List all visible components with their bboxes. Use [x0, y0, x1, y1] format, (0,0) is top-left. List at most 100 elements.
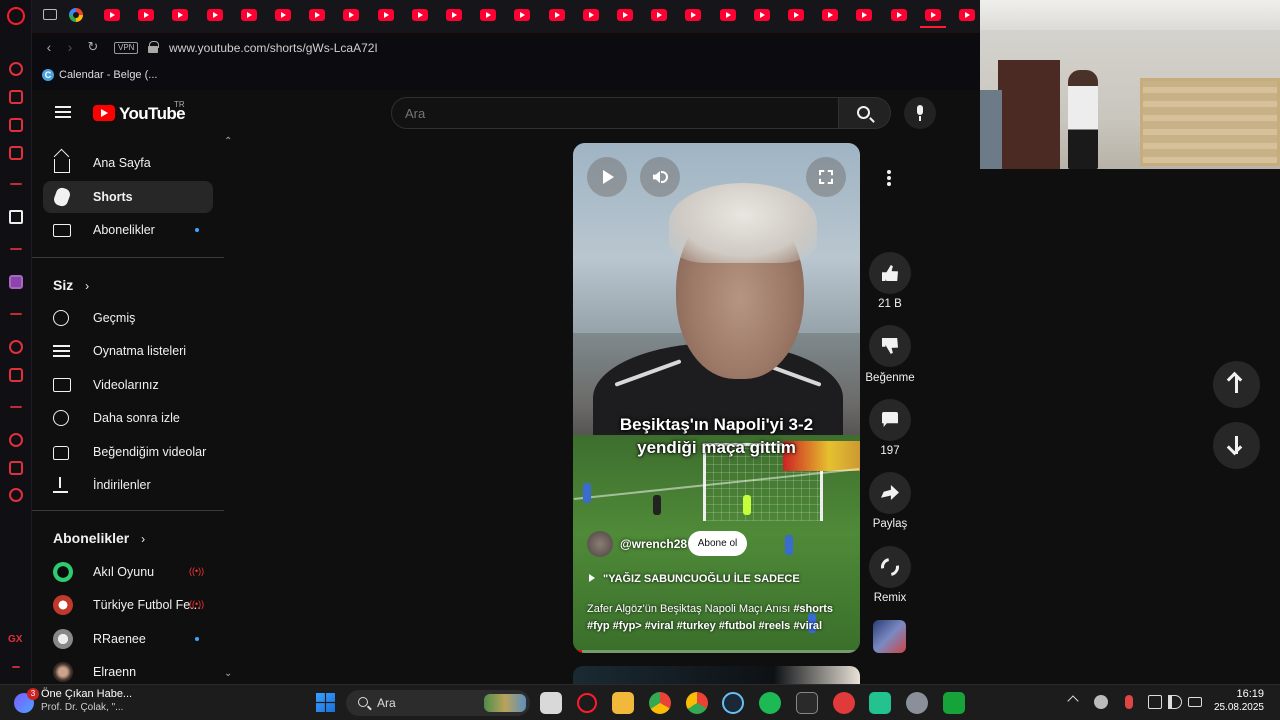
youtube-tab-icon[interactable] [617, 9, 633, 21]
youtube-tab-icon[interactable] [753, 9, 770, 21]
google-tab-icon[interactable] [69, 8, 83, 22]
sidebar-item-türkiye-futbol-fe[interactable]: Türkiye Futbol Fe... ((•)) [43, 589, 213, 621]
youtube-tab-icon[interactable] [411, 9, 428, 21]
opera-gx-taskbar-icon[interactable] [577, 693, 597, 713]
vpn-badge[interactable]: VPN [114, 42, 139, 54]
steam-icon[interactable] [722, 692, 744, 714]
youtube-tab-icon[interactable] [446, 9, 462, 21]
next-short-button[interactable] [1213, 422, 1260, 469]
youtube-tab-icon[interactable] [890, 9, 907, 21]
messenger-icon[interactable] [9, 146, 23, 160]
sidebar-item-abonelikler[interactable]: Abonelikler [43, 214, 213, 246]
sidebar-item-geçmiş[interactable]: Geçmiş [43, 302, 213, 334]
task-view-icon[interactable] [540, 692, 562, 714]
spotify-icon[interactable] [759, 692, 781, 714]
youtube-tab-icon[interactable] [138, 9, 155, 21]
aria-icon[interactable] [9, 210, 23, 224]
search-input[interactable] [405, 106, 825, 121]
chrome-canary-icon[interactable] [649, 692, 671, 714]
share-button[interactable] [869, 472, 911, 514]
tray-overflow-icon[interactable] [1067, 695, 1079, 707]
settings-rail-icon[interactable] [9, 488, 23, 502]
widgets-news-subtitle[interactable]: Prof. Dr. Çolak, "... [41, 702, 123, 713]
youtube-logo-icon[interactable] [93, 105, 115, 121]
taskbar-search[interactable]: Ara [346, 690, 530, 716]
bookmark-calendar[interactable]: Calendar - Belge (... [59, 69, 157, 81]
app-green-icon[interactable] [869, 692, 891, 714]
sidebar-item-beğendiğim-videolar[interactable]: Beğendiğim videolar [43, 436, 213, 468]
youtube-tab-icon[interactable] [924, 9, 941, 21]
youtube-tab-icon[interactable] [275, 9, 291, 21]
youtube-tab-icon[interactable] [959, 9, 975, 21]
video-progress-bar[interactable] [573, 650, 860, 653]
sidebar-item-rraenee[interactable]: RRaenee [43, 623, 213, 655]
reload-icon[interactable]: ↻ [85, 39, 101, 55]
you-section-title[interactable]: Siz › [53, 277, 89, 293]
remix-button[interactable] [869, 546, 911, 588]
onedrive-icon[interactable] [1094, 695, 1108, 709]
volume-tray-icon[interactable] [1168, 695, 1182, 709]
more-options-button[interactable] [870, 158, 908, 196]
youtube-tab-icon[interactable] [856, 9, 873, 21]
video-description[interactable]: Zafer Algöz'ün Beşiktaş Napoli Maçı Anıs… [587, 601, 853, 634]
battery-icon[interactable] [1188, 697, 1202, 707]
subscriptions-section-title[interactable]: Abonelikler › [53, 530, 145, 546]
channel-avatar[interactable] [587, 531, 613, 557]
app-nvidia-icon[interactable] [943, 692, 965, 714]
sidebar-item-ana-sayfa[interactable]: Ana Sayfa [43, 147, 213, 179]
more-rail-icon[interactable] [12, 666, 20, 668]
youtube-tab-icon[interactable] [582, 9, 599, 21]
youtube-tab-icon[interactable] [822, 9, 839, 21]
twitch-icon[interactable] [9, 275, 23, 289]
voice-search-button[interactable] [904, 97, 936, 129]
sidebar-item-videolarınız[interactable]: Videolarınız [43, 369, 213, 401]
youtube-tab-icon[interactable] [377, 9, 394, 21]
search-button[interactable] [839, 97, 891, 129]
lock-icon[interactable] [148, 41, 159, 53]
start-icon[interactable] [316, 693, 335, 712]
channel-name[interactable]: @wrench28 [620, 537, 687, 551]
news-icon[interactable] [9, 118, 23, 132]
sidebar-scroll-down-icon[interactable]: ⌄ [224, 668, 232, 679]
sidebar-item-i-ndirilenler[interactable]: İndirilenler [43, 469, 213, 501]
speed-dial-icon[interactable] [9, 62, 23, 76]
app-red-icon[interactable] [833, 692, 855, 714]
opera-logo-icon[interactable] [7, 7, 25, 25]
url-field[interactable]: www.youtube.com/shorts/gWs-LcaA72I [169, 41, 378, 55]
youtube-tab-icon[interactable] [514, 9, 531, 21]
music-line[interactable]: "YAĞIZ SABUNCUOĞLU İLE SADECE [589, 573, 800, 585]
extensions-icon[interactable] [9, 461, 23, 475]
sidebar-item-akıl-oyunu[interactable]: Akıl Oyunu ((•)) [43, 556, 213, 588]
volume-button[interactable] [640, 157, 680, 197]
network-icon[interactable] [1148, 695, 1162, 709]
player-icon[interactable] [9, 340, 23, 354]
bag-icon[interactable] [9, 90, 23, 104]
gx-label[interactable]: GX [8, 634, 22, 645]
youtube-tab-icon[interactable] [685, 9, 702, 21]
clock-date[interactable]: 25.08.2025 [1204, 702, 1264, 713]
like-button[interactable] [869, 252, 911, 294]
sidebar-item-shorts[interactable]: Shorts [43, 180, 213, 213]
clock-time[interactable]: 16:19 [1214, 688, 1264, 700]
epic-games-icon[interactable] [796, 692, 818, 714]
dislike-button[interactable] [869, 325, 911, 367]
shorts-player[interactable]: Beşiktaş'ın Napoli'yi 3-2 yendiği maça g… [573, 143, 860, 653]
youtube-tab-icon[interactable] [719, 9, 736, 21]
subscribe-button[interactable]: Abone ol [688, 531, 747, 556]
youtube-tab-icon[interactable] [480, 9, 497, 21]
youtube-tab-icon[interactable] [206, 9, 223, 21]
sound-thumbnail[interactable] [873, 620, 906, 653]
wallet-icon[interactable] [9, 368, 23, 382]
history-rail-icon[interactable] [9, 433, 23, 447]
sidebar-scroll-up-icon[interactable]: ⌃ [224, 136, 232, 147]
youtube-tab-icon[interactable] [104, 9, 120, 21]
fullscreen-button[interactable] [806, 157, 846, 197]
tab-island-icon[interactable] [43, 9, 57, 20]
previous-short-button[interactable] [1213, 361, 1260, 408]
microphone-icon[interactable] [1125, 695, 1133, 709]
chrome-icon[interactable] [686, 692, 708, 714]
comments-button[interactable] [869, 399, 911, 441]
youtube-tab-icon[interactable] [309, 9, 326, 21]
menu-icon[interactable] [55, 106, 71, 118]
next-short-preview[interactable] [573, 666, 860, 684]
